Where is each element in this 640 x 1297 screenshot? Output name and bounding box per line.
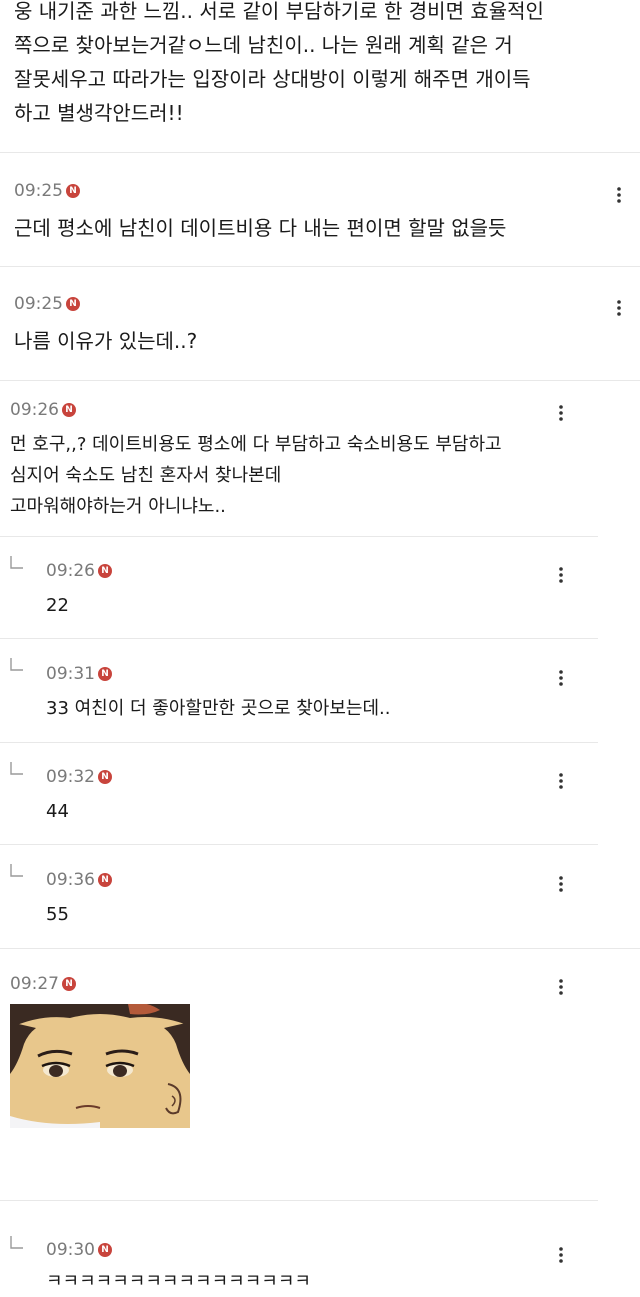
comment-text: 근데 평소에 남친이 데이트비용 다 내는 편이면 할말 없을듯 [14, 216, 507, 240]
more-options-button[interactable] [600, 289, 638, 327]
divider [0, 536, 598, 537]
reply-time: 09:32 [46, 767, 95, 787]
more-vertical-icon [559, 876, 563, 892]
reply-arrow-icon [10, 556, 24, 570]
reply-text: 33 여친이 더 좋아할만한 곳으로 찾아보는데.. [46, 698, 391, 719]
more-vertical-icon [559, 567, 563, 583]
reply-arrow-icon [10, 658, 24, 672]
comment-meta: 09:27 N [10, 974, 76, 994]
divider [0, 152, 640, 153]
divider [0, 948, 640, 949]
comment-time: 09:26 [10, 400, 59, 420]
reply-text: 55 [46, 904, 69, 925]
comment-image[interactable] [10, 1004, 190, 1128]
reply-meta: 09:30 N [46, 1240, 112, 1260]
more-vertical-icon [559, 405, 563, 421]
divider [0, 742, 598, 743]
reply-meta: 09:31 N [46, 664, 112, 684]
reply-time: 09:26 [46, 561, 95, 581]
more-options-button[interactable] [542, 556, 580, 594]
reply-time: 09:36 [46, 870, 95, 890]
reply-meta: 09:26 N [46, 561, 112, 581]
comment-time: 09:27 [10, 974, 59, 994]
divider [0, 844, 598, 845]
comment-meta: 09:25 N [14, 294, 80, 314]
comment-text: 먼 호구,,? 데이트비용도 평소에 다 부담하고 숙소비용도 부담하고 심지어… [10, 434, 502, 517]
reply-time: 09:31 [46, 664, 95, 684]
new-badge: N [98, 667, 112, 681]
new-badge: N [66, 184, 80, 198]
reply-text: 44 [46, 801, 69, 822]
more-options-button[interactable] [542, 394, 580, 432]
more-options-button[interactable] [542, 968, 580, 1006]
comment-time: 09:25 [14, 294, 63, 314]
cartoon-character-face-image [10, 1004, 190, 1128]
new-badge: N [66, 297, 80, 311]
more-options-button[interactable] [542, 762, 580, 800]
divider [0, 1200, 598, 1201]
more-vertical-icon [559, 1247, 563, 1263]
comment-text: 웅 내기준 과한 느낌.. 서로 같이 부담하기로 한 경비면 효율적인 쪽으로… [14, 0, 544, 125]
more-vertical-icon [559, 979, 563, 995]
reply-meta: 09:36 N [46, 870, 112, 890]
reply-arrow-icon [10, 1236, 24, 1250]
more-vertical-icon [617, 300, 621, 316]
reply-text: ㅋㅋㅋㅋㅋㅋㅋㅋㅋㅋㅋㅋㅋㅋㅋㅋ [46, 1271, 311, 1292]
more-options-button[interactable] [542, 1236, 580, 1274]
divider [0, 266, 640, 267]
reply-arrow-icon [10, 864, 24, 878]
more-options-button[interactable] [542, 659, 580, 697]
comment-text: 나름 이유가 있는데..? [14, 329, 198, 353]
divider [0, 380, 640, 381]
new-badge: N [62, 977, 76, 991]
reply-text: 22 [46, 595, 69, 616]
reply-meta: 09:32 N [46, 767, 112, 787]
more-vertical-icon [559, 670, 563, 686]
reply-arrow-icon [10, 762, 24, 776]
more-options-button[interactable] [542, 865, 580, 903]
more-vertical-icon [559, 773, 563, 789]
comment-meta: 09:25 N [14, 181, 80, 201]
new-badge: N [98, 770, 112, 784]
divider [0, 638, 598, 639]
more-vertical-icon [617, 187, 621, 203]
comment-meta: 09:26 N [10, 400, 76, 420]
new-badge: N [62, 403, 76, 417]
new-badge: N [98, 873, 112, 887]
new-badge: N [98, 1243, 112, 1257]
new-badge: N [98, 564, 112, 578]
comment-time: 09:25 [14, 181, 63, 201]
reply-time: 09:30 [46, 1240, 95, 1260]
more-options-button[interactable] [600, 176, 638, 214]
